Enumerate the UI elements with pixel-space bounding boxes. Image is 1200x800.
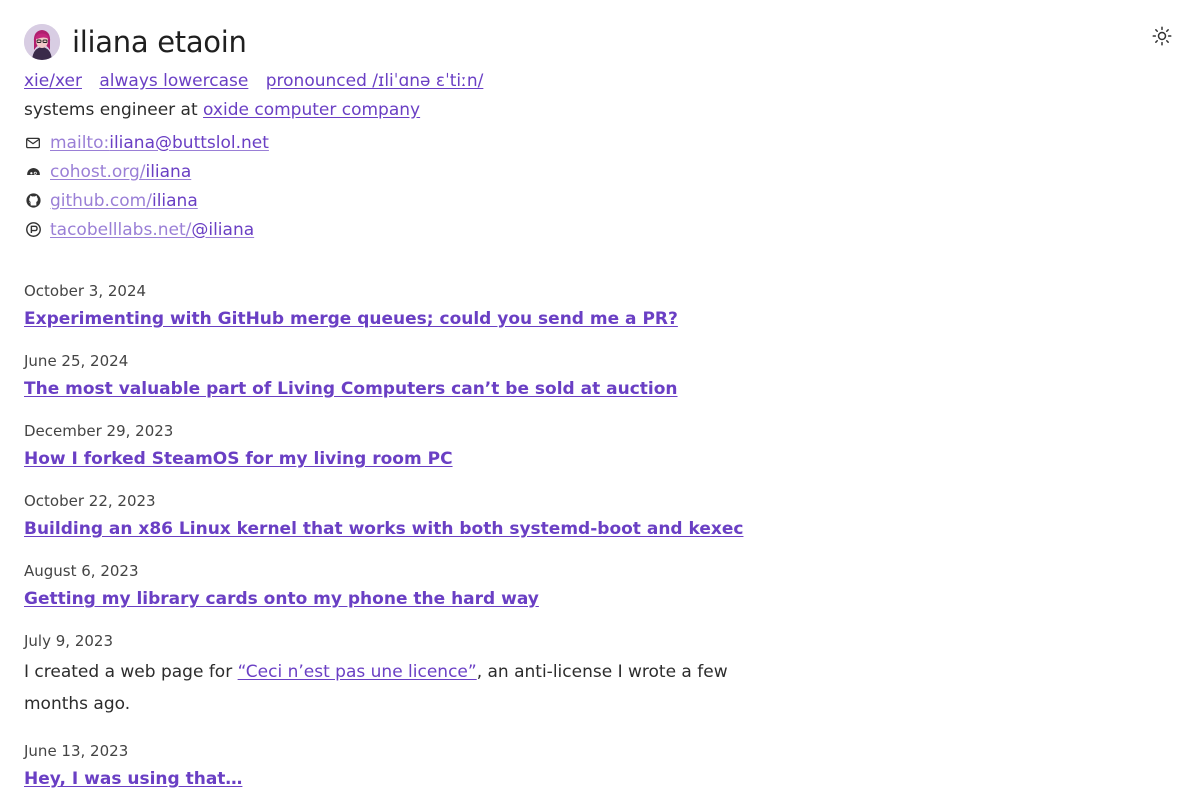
contact-email: mailto:iliana@buttslol.net [24, 128, 784, 157]
post-item-note: July 9, 2023 I created a web page for “C… [24, 630, 764, 720]
post-date: August 6, 2023 [24, 562, 139, 580]
theme-toggle-button[interactable] [1150, 24, 1174, 48]
post-list: October 3, 2024 Experimenting with GitHu… [24, 280, 764, 800]
post-item: August 6, 2023 Getting my library cards … [24, 560, 764, 610]
contact-mastodon: tacobelllabs.net/@iliana [24, 215, 784, 244]
post-date: June 13, 2023 [24, 742, 129, 760]
role-line: systems engineer at oxide computer compa… [24, 99, 784, 121]
cohost-link[interactable]: cohost.org/iliana [50, 162, 191, 182]
post-date: July 9, 2023 [24, 632, 113, 650]
post-title-link[interactable]: Hey, I was using that… [24, 768, 242, 790]
github-icon [24, 192, 42, 210]
title-row: iliana etaoin [24, 24, 784, 60]
post-item: October 22, 2023 Building an x86 Linux k… [24, 490, 764, 540]
contact-github: github.com/iliana [24, 186, 784, 215]
post-date: October 3, 2024 [24, 282, 147, 300]
post-item: June 13, 2023 Hey, I was using that… [24, 740, 764, 790]
post-title-link[interactable]: How I forked SteamOS for my living room … [24, 448, 453, 470]
post-date: June 25, 2024 [24, 352, 129, 370]
profile-header: iliana etaoin xie/xer always lowercase p… [24, 24, 784, 244]
page: iliana etaoin xie/xer always lowercase p… [0, 0, 1200, 800]
post-title-link[interactable]: The most valuable part of Living Compute… [24, 378, 678, 400]
identity-tags: xie/xer always lowercase pronounced /ɪli… [24, 70, 784, 92]
post-note: I created a web page for “Ceci n’est pas… [24, 662, 728, 714]
post-date: December 29, 2023 [24, 422, 174, 440]
site-title: iliana etaoin [72, 25, 247, 59]
post-date: October 22, 2023 [24, 492, 156, 510]
post-title-link[interactable]: Building an x86 Linux kernel that works … [24, 518, 743, 540]
avatar [24, 24, 60, 60]
post-item: December 29, 2023 How I forked SteamOS f… [24, 420, 764, 470]
license-link[interactable]: “Ceci n’est pas une licence” [238, 662, 477, 682]
github-link[interactable]: github.com/iliana [50, 191, 198, 211]
role-text: systems engineer at [24, 100, 204, 120]
contact-cohost: cohost.org/iliana [24, 157, 784, 186]
post-item: June 25, 2024 The most valuable part of … [24, 350, 764, 400]
pronouns-link[interactable]: xie/xer [24, 71, 82, 91]
mastodon-icon [24, 221, 42, 239]
contact-list: mailto:iliana@buttslol.net cohost.org/il… [24, 128, 784, 244]
pronunciation-link[interactable]: pronounced /ɪliˈɑnə ɛˈtiːn/ [266, 71, 484, 91]
lowercase-link[interactable]: always lowercase [99, 71, 248, 91]
post-title-link[interactable]: Getting my library cards onto my phone t… [24, 588, 539, 610]
mail-icon [24, 134, 42, 152]
cohost-icon [24, 163, 42, 181]
email-link[interactable]: mailto:iliana@buttslol.net [50, 133, 269, 153]
post-item: October 3, 2024 Experimenting with GitHu… [24, 280, 764, 330]
sun-icon [1152, 26, 1172, 46]
post-title-link[interactable]: Experimenting with GitHub merge queues; … [24, 308, 678, 330]
mastodon-link[interactable]: tacobelllabs.net/@iliana [50, 220, 254, 240]
company-link[interactable]: oxide computer company [203, 100, 420, 120]
